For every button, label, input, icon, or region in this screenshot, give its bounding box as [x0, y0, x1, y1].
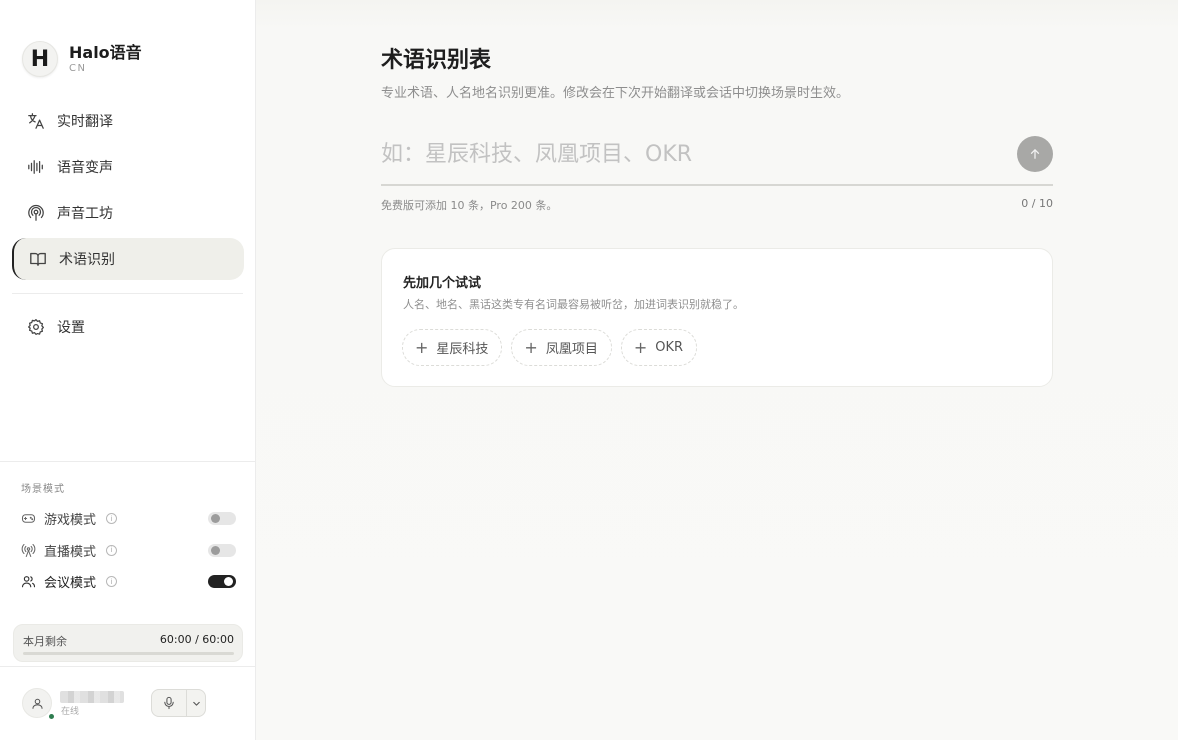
sidebar-item-realtime-translate[interactable]: 实时翻译 [12, 100, 244, 142]
suggestion-card: 先加几个试试 人名、地名、黑话这类专有名词最容易被听岔，加进词表识别就稳了。 +… [381, 248, 1053, 387]
page-subtitle: 专业术语、人名地名识别更准。修改会在下次开始翻译或会话中切换场景时生效。 [381, 86, 850, 101]
gamepad-icon [20, 511, 36, 527]
term-input[interactable] [381, 136, 1013, 172]
scene-row-live: 直播模式 i [20, 535, 236, 567]
brand-region: CN [69, 63, 87, 74]
chevron-down-icon [192, 701, 200, 706]
suggestion-card-subtitle: 人名、地名、黑话这类专有名词最容易被听岔，加进词表识别就稳了。 [403, 298, 744, 311]
plan-limit-hint: 免费版可添加 10 条，Pro 200 条。 [381, 199, 558, 212]
sidebar-item-label: 实时翻译 [57, 114, 113, 130]
suggestion-chip-label: OKR [655, 340, 684, 355]
term-counter: 0 / 10 [1021, 197, 1053, 210]
quota-progress-fill [23, 652, 234, 655]
scene-row-meeting: 会议模式 i [20, 566, 236, 598]
plus-icon: + [415, 337, 429, 357]
scene-label-game: 游戏模式 [44, 513, 97, 529]
sidebar-item-voice-studio[interactable]: 声音工坊 [12, 192, 244, 234]
plus-icon: + [524, 337, 538, 357]
user-divider [0, 666, 255, 667]
arrow-up-icon [1030, 149, 1040, 159]
input-underline [381, 184, 1053, 186]
quota-value: 60:00 / 60:00 [159, 633, 234, 646]
sidebar-item-label: 设置 [57, 320, 85, 336]
suggestion-chip-label: 星辰科技 [436, 342, 489, 357]
podcast-icon [26, 203, 46, 223]
translate-icon [26, 111, 46, 131]
quota-progress-bar [23, 652, 234, 655]
info-icon[interactable]: i [106, 513, 118, 525]
mic-button[interactable] [152, 690, 186, 716]
online-status-dot [49, 714, 54, 719]
suggestion-chip-label: 凤凰项目 [545, 342, 598, 357]
suggestion-chip[interactable]: + 星辰科技 [402, 329, 503, 366]
user-name-redacted [60, 691, 124, 703]
user-status: 在线 [61, 707, 80, 717]
nav-divider [12, 293, 243, 294]
scene-label-live: 直播模式 [44, 544, 97, 560]
mic-control [151, 689, 206, 717]
mic-dropdown-button[interactable] [187, 690, 205, 716]
scene-divider [0, 461, 255, 462]
book-icon [28, 249, 48, 269]
suggestion-chip[interactable]: + OKR [620, 329, 698, 366]
suggestion-chip[interactable]: + 凤凰项目 [511, 329, 612, 366]
avatar[interactable] [22, 688, 54, 719]
add-term-button[interactable] [1017, 136, 1053, 172]
users-icon [20, 574, 36, 590]
meeting-mode-toggle[interactable] [208, 575, 236, 589]
page-title: 术语识别表 [381, 48, 492, 73]
sidebar-item-label: 声音工坊 [57, 206, 113, 222]
sidebar-item-label: 术语识别 [59, 252, 115, 268]
broadcast-icon [20, 542, 36, 558]
sidebar-item-glossary[interactable]: 术语识别 [12, 238, 244, 280]
scene-mode-list: 游戏模式 i 直播模式 i 会议模式 i [20, 503, 236, 598]
plus-icon: + [633, 337, 648, 357]
sidebar: H Halo语音 CN 实时翻译 语音变声 声音工坊 术语识别 设置 场景模式 … [0, 0, 256, 740]
app-window: H Halo语音 CN 实时翻译 语音变声 声音工坊 术语识别 设置 场景模式 … [0, 0, 1178, 740]
user-icon [31, 698, 43, 709]
info-icon[interactable]: i [106, 576, 118, 588]
sidebar-item-voice-changer[interactable]: 语音变声 [12, 146, 244, 188]
sidebar-item-settings[interactable]: 设置 [12, 306, 244, 348]
scene-row-game: 游戏模式 i [20, 503, 236, 535]
brand: H Halo语音 CN [22, 41, 142, 77]
waveform-icon [26, 157, 46, 177]
scene-mode-title: 场景模式 [21, 484, 65, 495]
info-icon[interactable]: i [106, 544, 118, 556]
brand-name: Halo语音 [69, 43, 142, 62]
user-profile[interactable]: 在线 [22, 688, 124, 719]
gear-icon [26, 317, 46, 337]
sidebar-nav: 实时翻译 语音变声 声音工坊 术语识别 [12, 100, 244, 284]
scene-label-meeting: 会议模式 [44, 576, 97, 592]
brand-logo: H [22, 41, 58, 77]
quota-label: 本月剩余 [23, 635, 67, 648]
sidebar-item-label: 语音变声 [57, 160, 113, 176]
live-mode-toggle[interactable] [208, 543, 236, 557]
main-content: 术语识别表 专业术语、人名地名识别更准。修改会在下次开始翻译或会话中切换场景时生… [256, 0, 1178, 740]
game-mode-toggle[interactable] [208, 512, 236, 526]
monthly-quota: 本月剩余 60:00 / 60:00 [13, 624, 243, 662]
microphone-icon [164, 696, 174, 710]
suggestion-card-title: 先加几个试试 [403, 276, 482, 291]
suggestion-chips: + 星辰科技 + 凤凰项目 + OKR [402, 329, 706, 366]
